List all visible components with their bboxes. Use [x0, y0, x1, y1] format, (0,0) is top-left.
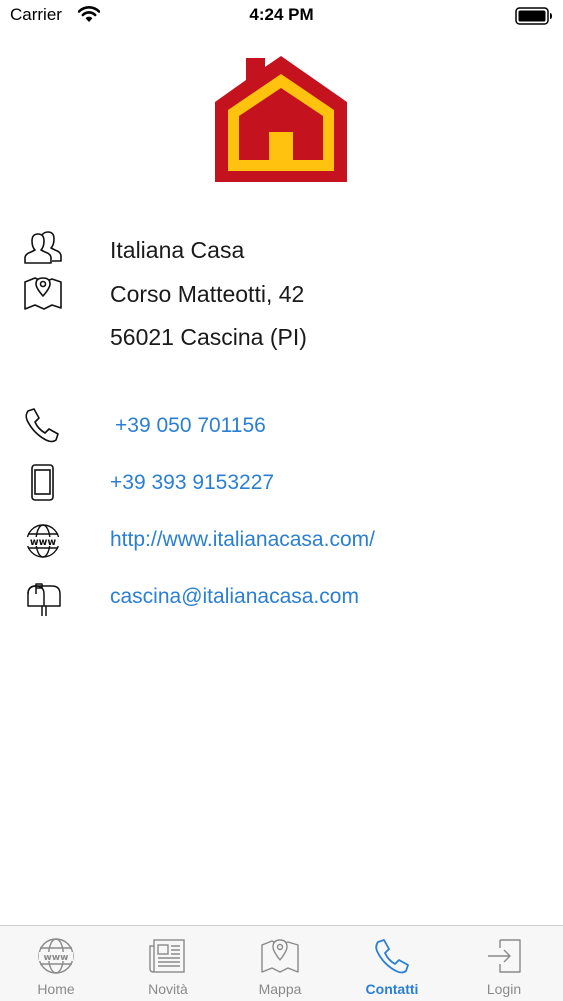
- map-pin-icon: [24, 277, 62, 310]
- tab-mappa-label: Mappa: [258, 981, 302, 997]
- status-bar: Carrier 4:24 PM: [0, 0, 563, 30]
- svg-text:www: www: [44, 953, 69, 963]
- tab-login[interactable]: Login: [448, 926, 560, 1001]
- tab-login-label: Login: [486, 981, 522, 997]
- address-city: 56021 Cascina (PI): [110, 324, 307, 350]
- svg-text:www: www: [30, 537, 57, 548]
- tab-home[interactable]: www Home: [0, 926, 112, 1001]
- users-icon: [24, 231, 62, 264]
- tab-mappa[interactable]: Mappa: [224, 926, 336, 1001]
- newspaper-icon: [149, 939, 185, 973]
- globe-www-icon: www: [26, 524, 60, 558]
- tab-home-label: Home: [37, 981, 75, 997]
- company-name: Italiana Casa: [110, 237, 245, 263]
- clock-time: 4:24 PM: [249, 5, 314, 24]
- phone-icon: [25, 408, 59, 443]
- address-street: Corso Matteotti, 42: [110, 281, 305, 307]
- website-link[interactable]: http://www.italianacasa.com/: [110, 526, 375, 554]
- tab-novita[interactable]: Novità: [112, 926, 224, 1001]
- mobile-link[interactable]: +39 393 9153227: [110, 469, 274, 497]
- email-link[interactable]: cascina@italianacasa.com: [110, 583, 359, 611]
- map-pin-icon: [261, 939, 299, 973]
- globe-www-icon: www: [38, 938, 74, 974]
- phone-link[interactable]: +39 050 701156: [115, 412, 266, 440]
- tab-bar: www Home Novità Mappa Contatti Login: [0, 925, 563, 1001]
- mobile-phone-icon: [31, 464, 54, 501]
- phone-icon: [375, 939, 409, 974]
- tab-contatti[interactable]: Contatti: [336, 926, 448, 1001]
- tab-contatti-label: Contatti: [365, 981, 419, 997]
- battery-icon: [515, 7, 552, 25]
- house-logo: [215, 56, 347, 182]
- login-icon: [488, 939, 521, 973]
- tab-novita-label: Novità: [148, 981, 188, 997]
- mailbox-icon: [27, 583, 61, 616]
